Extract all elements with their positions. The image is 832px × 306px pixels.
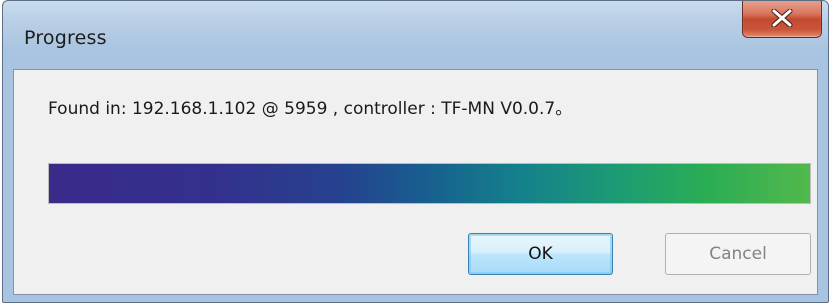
cancel-button[interactable]: Cancel <box>665 233 811 275</box>
dialog-body: Found in: 192.168.1.102 @ 5959 , control… <box>13 69 818 295</box>
close-button[interactable] <box>742 1 822 38</box>
ok-button[interactable]: OK <box>468 233 613 275</box>
close-icon <box>771 9 793 27</box>
progress-bar <box>48 163 811 204</box>
status-message: Found in: 192.168.1.102 @ 5959 , control… <box>48 99 573 119</box>
window-title: Progress <box>24 27 107 49</box>
progress-fill <box>49 164 810 203</box>
title-bar[interactable]: Progress <box>3 1 828 69</box>
progress-dialog: Progress Found in: 192.168.1.102 @ 5959 … <box>2 0 829 303</box>
